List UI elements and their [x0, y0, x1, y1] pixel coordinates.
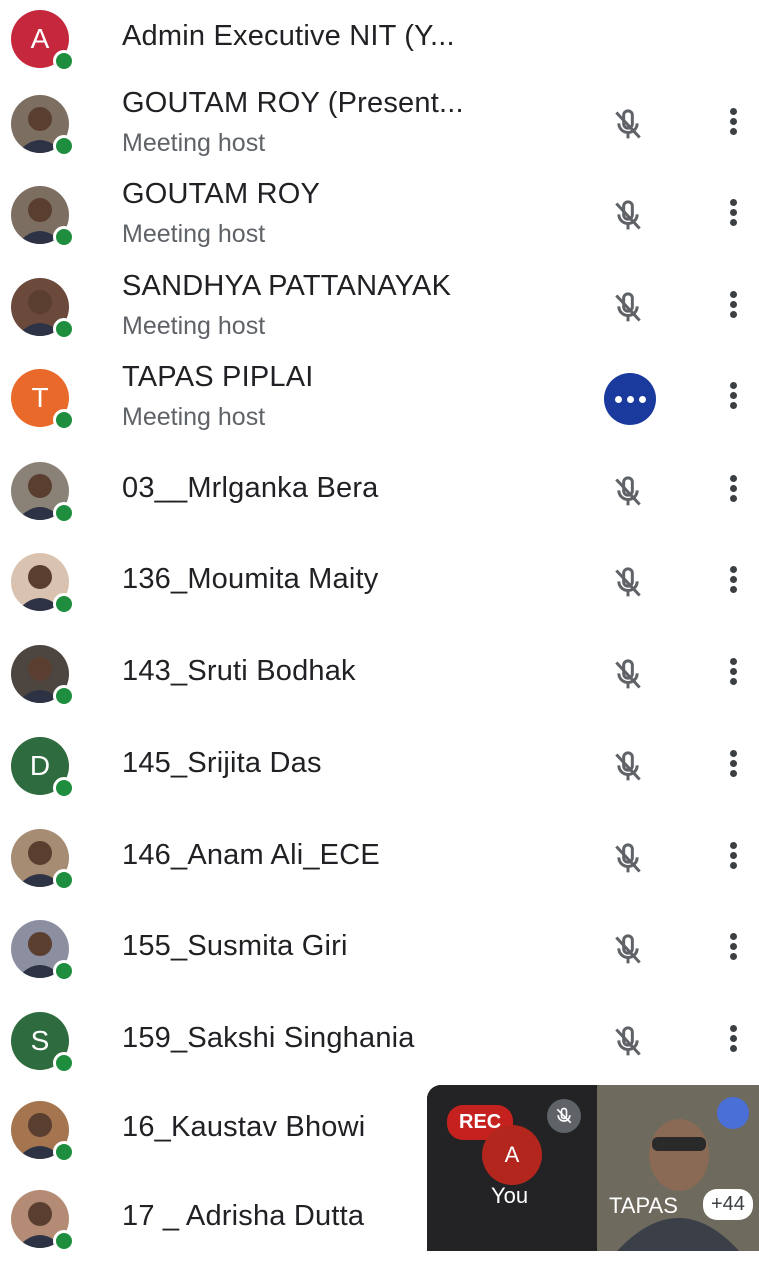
- more-options-icon[interactable]: [718, 196, 748, 236]
- mic-off-icon: [608, 747, 648, 787]
- more-options-icon[interactable]: [718, 655, 748, 695]
- participant-name-label: TAPAS: [609, 1193, 678, 1218]
- avatar: A: [482, 1125, 542, 1185]
- mic-off-icon: [608, 288, 648, 328]
- participant-name: SANDHYA PATTANAYAK: [122, 270, 452, 302]
- online-status-dot: [53, 502, 75, 524]
- more-options-icon[interactable]: [718, 930, 748, 970]
- you-label: You: [491, 1183, 529, 1208]
- participant-row[interactable]: T TAPAS PIPLAI Meeting host: [0, 361, 759, 449]
- participant-row[interactable]: A Admin Executive NIT (Y...: [0, 10, 759, 90]
- self-view-tile[interactable]: REC A You TAPAS +44: [427, 1085, 759, 1251]
- online-status-dot: [53, 777, 75, 799]
- mic-off-icon: [608, 655, 648, 695]
- online-status-dot: [53, 960, 75, 982]
- participant-row[interactable]: D 145_Srijita Das: [0, 737, 759, 817]
- participant-name: TAPAS PIPLAI: [122, 361, 314, 393]
- avatar-letter: A: [30, 23, 50, 54]
- avatar-letter: T: [31, 382, 49, 413]
- avatar: [11, 1190, 75, 1252]
- more-options-icon[interactable]: [718, 472, 748, 512]
- avatar: [11, 186, 75, 248]
- avatar: A: [11, 10, 75, 72]
- avatar: [11, 829, 75, 891]
- participant-name: GOUTAM ROY: [122, 178, 321, 210]
- more-options-icon[interactable]: [718, 563, 748, 603]
- participant-row[interactable]: 03__Mrlganka Bera: [0, 462, 759, 542]
- avatar: [11, 1101, 75, 1163]
- mic-off-icon: [608, 930, 648, 970]
- avatar: S: [11, 1012, 75, 1074]
- avatar: [11, 920, 75, 982]
- self-avatar-letter: A: [504, 1142, 520, 1167]
- online-status-dot: [53, 685, 75, 707]
- other-participant-video: TAPAS +44: [597, 1085, 759, 1251]
- online-status-dot: [53, 135, 75, 157]
- avatar: D: [11, 737, 75, 799]
- participant-role: Meeting host: [122, 129, 266, 157]
- online-status-dot: [53, 409, 75, 431]
- participant-name: GOUTAM ROY (Present...: [122, 87, 464, 119]
- participant-row[interactable]: SANDHYA PATTANAYAK Meeting host: [0, 270, 759, 358]
- mic-off-icon: [608, 472, 648, 512]
- participant-name: 159_Sakshi Singhania: [122, 1022, 415, 1054]
- online-status-dot: [53, 869, 75, 891]
- participant-row[interactable]: 136_Moumita Maity: [0, 553, 759, 633]
- participant-row[interactable]: 155_Susmita Giri: [0, 920, 759, 1000]
- avatar: T: [11, 369, 75, 431]
- participant-row[interactable]: S 159_Sakshi Singhania: [0, 1012, 759, 1092]
- participant-row[interactable]: GOUTAM ROY (Present... Meeting host: [0, 87, 759, 175]
- avatar: [11, 462, 75, 524]
- participant-row[interactable]: 143_Sruti Bodhak: [0, 645, 759, 725]
- participant-row[interactable]: 146_Anam Ali_ECE: [0, 829, 759, 909]
- avatar: [11, 553, 75, 615]
- participant-name: 03__Mrlganka Bera: [122, 472, 379, 504]
- avatar: [11, 95, 75, 157]
- mic-off-icon: [547, 1099, 581, 1133]
- more-options-icon[interactable]: [718, 747, 748, 787]
- online-status-dot: [53, 593, 75, 615]
- participant-name: 143_Sruti Bodhak: [122, 655, 356, 687]
- participant-name: 145_Srijita Das: [122, 747, 322, 779]
- avatar-letter: S: [30, 1025, 50, 1056]
- speaking-indicator-icon: [604, 373, 656, 425]
- online-status-dot: [53, 1052, 75, 1074]
- more-options-icon[interactable]: [718, 1022, 748, 1062]
- participant-role: Meeting host: [122, 312, 266, 340]
- participant-name: 136_Moumita Maity: [122, 563, 379, 595]
- participant-row[interactable]: GOUTAM ROY Meeting host: [0, 178, 759, 266]
- participant-name: 17 _ Adrisha Dutta: [122, 1200, 365, 1232]
- participant-name: 16_Kaustav Bhowi: [122, 1111, 366, 1143]
- participant-name: Admin Executive NIT (Y...: [122, 20, 455, 52]
- mic-off-icon: [608, 839, 648, 879]
- participant-name: 155_Susmita Giri: [122, 930, 348, 962]
- online-status-dot: [53, 50, 75, 72]
- self-video: REC A You: [427, 1085, 597, 1251]
- more-options-icon[interactable]: [718, 839, 748, 879]
- more-options-icon[interactable]: [718, 379, 748, 419]
- participant-name: 146_Anam Ali_ECE: [122, 839, 380, 871]
- mic-off-icon: [608, 105, 648, 145]
- online-status-dot: [53, 318, 75, 340]
- avatar: [11, 278, 75, 340]
- avatar: [11, 645, 75, 707]
- mic-off-icon: [608, 563, 648, 603]
- online-status-dot: [53, 1230, 75, 1252]
- more-options-icon[interactable]: [718, 105, 748, 145]
- online-status-dot: [53, 1141, 75, 1163]
- participant-role: Meeting host: [122, 220, 266, 248]
- mic-off-icon: [608, 196, 648, 236]
- mic-off-icon: [608, 1022, 648, 1062]
- participant-role: Meeting host: [122, 403, 266, 431]
- more-participants-badge[interactable]: +44: [703, 1189, 753, 1220]
- online-status-dot: [53, 226, 75, 248]
- avatar-letter: D: [29, 750, 51, 781]
- more-options-icon[interactable]: [718, 288, 748, 328]
- more-options-icon[interactable]: [717, 1097, 749, 1129]
